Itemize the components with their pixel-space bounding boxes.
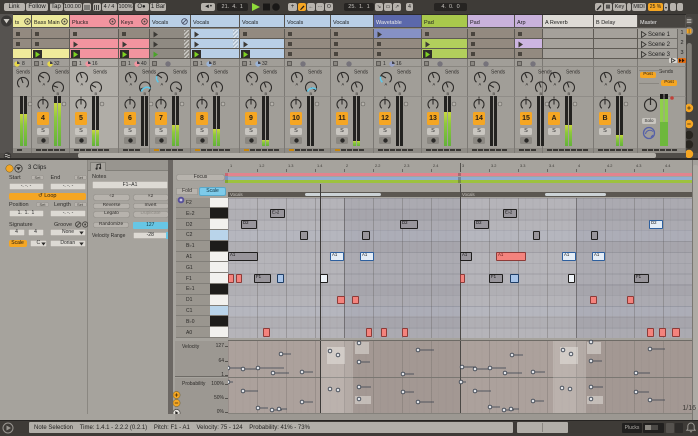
svg-text:B: B: [540, 91, 543, 96]
svg-text:B: B: [175, 91, 178, 96]
svg-text:B: B: [493, 91, 496, 96]
svg-text:A: A: [202, 82, 205, 87]
svg-text:Sends: Sends: [308, 70, 323, 76]
svg-text:B: B: [310, 91, 313, 96]
svg-text:A: A: [605, 82, 608, 87]
svg-text:B: B: [356, 91, 359, 96]
svg-text:B: B: [447, 91, 450, 96]
svg-text:A: A: [251, 82, 254, 87]
svg-text:B: B: [619, 91, 622, 96]
svg-text:B: B: [57, 91, 60, 96]
svg-text:A: A: [385, 82, 388, 87]
svg-text:B: B: [216, 91, 219, 96]
svg-text:A: A: [479, 82, 482, 87]
svg-text:Sends: Sends: [173, 70, 188, 76]
svg-text:B: B: [568, 91, 571, 96]
svg-text:Sends: Sends: [397, 70, 412, 76]
svg-text:B: B: [265, 91, 268, 96]
svg-text:Sends: Sends: [566, 70, 581, 76]
svg-text:A: A: [526, 82, 529, 87]
svg-text:Sends: Sends: [354, 70, 369, 76]
svg-text:A: A: [296, 82, 299, 87]
svg-text:A: A: [161, 82, 164, 87]
svg-text:Sends: Sends: [263, 70, 278, 76]
svg-text:A: A: [81, 82, 84, 87]
svg-text:A: A: [43, 82, 46, 87]
svg-text:Sends: Sends: [617, 70, 632, 76]
svg-text:Sends: Sends: [445, 70, 460, 76]
svg-text:Sends: Sends: [491, 70, 506, 76]
svg-text:Sends: Sends: [142, 70, 157, 76]
svg-text:B: B: [399, 91, 402, 96]
svg-text:A: A: [554, 82, 557, 87]
svg-text:Sends: Sends: [93, 70, 108, 76]
svg-text:A: A: [342, 82, 345, 87]
svg-text:Sends: Sends: [214, 70, 229, 76]
svg-text:A: A: [130, 82, 133, 87]
svg-text:B: B: [144, 91, 147, 96]
svg-text:B: B: [95, 91, 98, 96]
svg-text:Sends: Sends: [16, 70, 31, 76]
svg-text:Sends: Sends: [55, 70, 70, 76]
svg-text:A: A: [433, 82, 436, 87]
